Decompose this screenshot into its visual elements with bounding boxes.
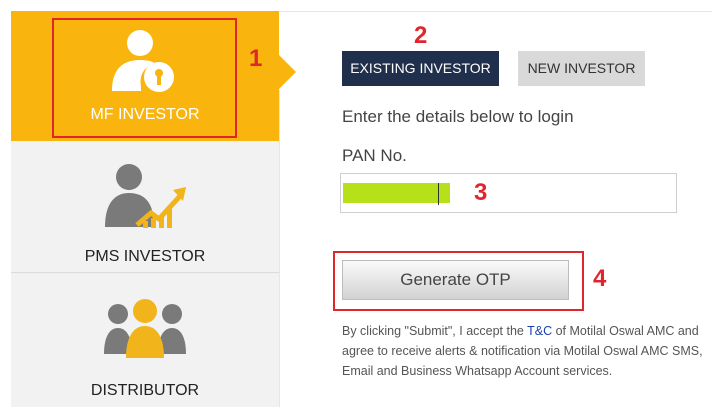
text-cursor — [438, 183, 439, 205]
sidebar-item-label: DISTRIBUTOR — [90, 382, 200, 399]
sidebar-item-label: PMS INVESTOR — [84, 248, 206, 265]
annotation-number-3: 3 — [474, 179, 488, 206]
disclaimer-text: By clicking "Submit", I accept the — [342, 324, 528, 338]
login-instruction: Enter the details below to login — [342, 107, 574, 126]
top-divider — [279, 11, 712, 12]
active-pointer-arrow — [279, 55, 296, 89]
tab-existing-investor[interactable]: EXISTING INVESTOR — [342, 51, 499, 86]
sidebar-item-distributor[interactable]: DISTRIBUTOR — [11, 274, 279, 407]
annotation-number-4: 4 — [593, 265, 607, 292]
redaction-mark — [343, 183, 450, 203]
annotation-box-1 — [52, 18, 237, 138]
sidebar-item-pms-investor[interactable]: PMS INVESTOR — [11, 142, 279, 273]
consent-disclaimer: By clicking "Submit", I accept the T&C o… — [342, 321, 708, 381]
pan-label: PAN No. — [342, 146, 407, 165]
growth-investor-icon — [105, 164, 186, 228]
annotation-number-1: 1 — [249, 45, 263, 72]
tab-new-investor[interactable]: NEW INVESTOR — [518, 51, 645, 86]
pan-input[interactable] — [340, 173, 677, 213]
panel-divider — [279, 90, 280, 407]
annotation-number-2: 2 — [414, 22, 428, 49]
terms-link[interactable]: T&C — [527, 324, 552, 338]
annotation-box-4 — [333, 251, 584, 311]
group-people-icon — [104, 299, 186, 358]
